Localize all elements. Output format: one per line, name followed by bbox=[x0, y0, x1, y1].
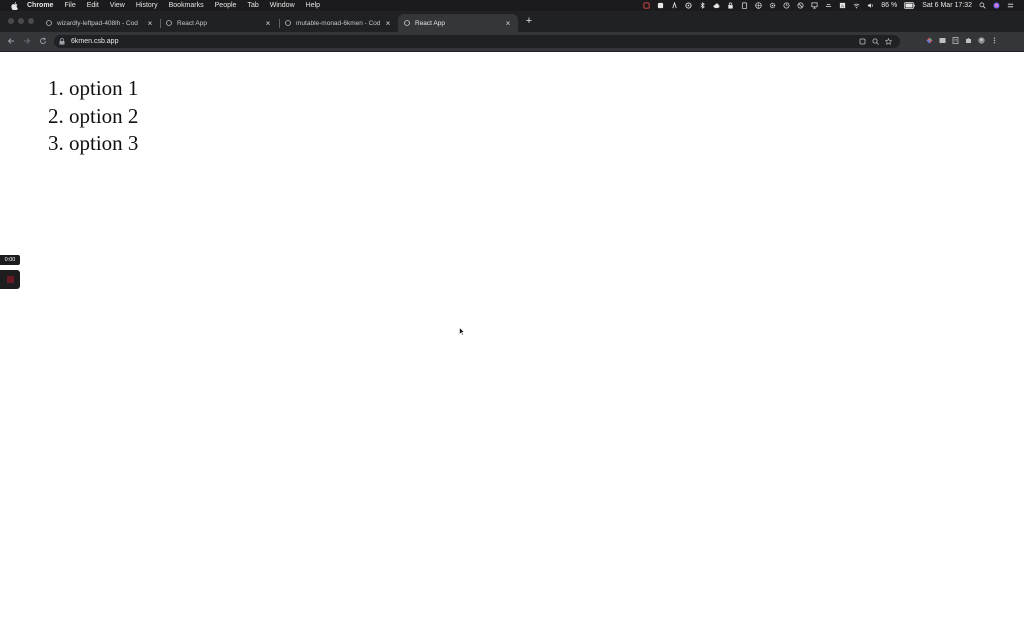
codesandbox-favicon-icon bbox=[285, 20, 291, 26]
window-controls bbox=[8, 18, 34, 24]
tab-react-app-1[interactable]: React App × bbox=[160, 14, 278, 32]
zoom-icon[interactable] bbox=[872, 38, 879, 45]
address-bar-actions bbox=[859, 38, 892, 45]
bookmark-star-icon[interactable] bbox=[885, 38, 892, 45]
tab-title: React App bbox=[415, 19, 445, 27]
codesandbox-favicon-icon bbox=[46, 20, 52, 26]
notes-extension-icon[interactable] bbox=[952, 37, 959, 44]
keyboard-icon[interactable] bbox=[825, 2, 832, 9]
lock-icon[interactable] bbox=[59, 38, 66, 45]
menubar-clock[interactable]: Sat 6 Mar 17:32 bbox=[922, 2, 972, 9]
tab-title: wizardly-leftpad-408lh - Cod bbox=[57, 19, 138, 27]
menubar-status-area: A 86 % Sat 6 Mar 17:32 bbox=[643, 2, 1024, 9]
input-source-icon[interactable]: A bbox=[839, 2, 846, 9]
stop-recording-button[interactable] bbox=[0, 270, 20, 289]
reload-icon bbox=[40, 37, 46, 44]
close-tab-icon[interactable]: × bbox=[504, 19, 512, 28]
back-button[interactable] bbox=[6, 36, 16, 46]
address-url[interactable]: 6kmen.csb.app bbox=[71, 38, 118, 45]
react-favicon-icon bbox=[166, 20, 172, 26]
arrow-right-icon bbox=[24, 38, 31, 44]
eye-status-icon[interactable] bbox=[685, 2, 692, 9]
control-center-icon[interactable] bbox=[1007, 2, 1014, 9]
record-status-icon[interactable] bbox=[643, 2, 650, 9]
tab-mutable-monad[interactable]: mutable-monad-6kmen - Cod × bbox=[279, 14, 398, 32]
page-content: 1. option 1 2. option 2 3. option 3 bbox=[0, 52, 1024, 640]
close-tab-icon[interactable]: × bbox=[264, 19, 272, 28]
page-action-icon[interactable] bbox=[859, 38, 866, 45]
macos-menubar: Chrome File Edit View History Bookmarks … bbox=[0, 0, 1024, 11]
browser-toolbar: 6kmen.csb.app bbox=[0, 32, 1024, 52]
timer-icon[interactable] bbox=[783, 2, 790, 9]
recording-timer: 0:00 bbox=[0, 255, 20, 265]
reload-button[interactable] bbox=[38, 36, 48, 46]
menu-file[interactable]: File bbox=[64, 2, 75, 9]
tab-wizardly-leftpad[interactable]: wizardly-leftpad-408lh - Cod × bbox=[40, 14, 160, 32]
tab-title: React App bbox=[177, 19, 207, 27]
script-status-icon[interactable] bbox=[671, 2, 678, 9]
option-list: 1. option 1 2. option 2 3. option 3 bbox=[48, 75, 138, 158]
screenshot-extension-icon[interactable] bbox=[939, 37, 946, 44]
apple-icon[interactable] bbox=[9, 1, 19, 10]
menu-tab[interactable]: Tab bbox=[247, 2, 258, 9]
browser-tab-strip: wizardly-leftpad-408lh - Cod × React App… bbox=[0, 11, 1024, 32]
menu-view[interactable]: View bbox=[110, 2, 125, 9]
gear-icon[interactable] bbox=[769, 2, 776, 9]
puzzle-extensions-icon[interactable] bbox=[965, 37, 972, 44]
no-entry-icon[interactable] bbox=[797, 2, 804, 9]
forward-button[interactable] bbox=[22, 36, 32, 46]
battery-percent: 86 % bbox=[881, 2, 898, 9]
react-favicon-icon bbox=[404, 20, 410, 26]
menu-edit[interactable]: Edit bbox=[87, 2, 99, 9]
stop-icon bbox=[6, 276, 14, 283]
menu-help[interactable]: Help bbox=[306, 2, 320, 9]
tab-title: mutable-monad-6kmen - Cod bbox=[296, 19, 380, 27]
arrow-left-icon bbox=[7, 38, 14, 44]
bluetooth-icon[interactable] bbox=[699, 2, 706, 9]
new-tab-button[interactable]: + bbox=[524, 15, 534, 27]
cloud-icon[interactable] bbox=[713, 2, 720, 9]
zoom-window-button[interactable] bbox=[28, 18, 34, 24]
close-window-button[interactable] bbox=[8, 18, 14, 24]
minimize-window-button[interactable] bbox=[18, 18, 24, 24]
menu-people[interactable]: People bbox=[215, 2, 237, 9]
extensions-area bbox=[926, 37, 998, 44]
clipboard-icon[interactable] bbox=[741, 2, 748, 9]
volume-icon[interactable] bbox=[867, 2, 874, 9]
menu-history[interactable]: History bbox=[136, 2, 158, 9]
battery-icon[interactable] bbox=[904, 2, 915, 9]
close-tab-icon[interactable]: × bbox=[384, 19, 392, 28]
menu-window[interactable]: Window bbox=[270, 2, 295, 9]
airplay-icon[interactable] bbox=[811, 2, 818, 9]
svg-text:A: A bbox=[841, 3, 844, 8]
mouse-cursor-icon bbox=[459, 323, 466, 336]
spotlight-search-icon[interactable] bbox=[979, 2, 986, 9]
list-item: 3. option 3 bbox=[48, 131, 139, 155]
address-bar[interactable]: 6kmen.csb.app bbox=[54, 35, 900, 48]
list-item: 2. option 2 bbox=[48, 103, 139, 128]
color-extension-icon[interactable] bbox=[926, 37, 933, 44]
lock-status-icon[interactable] bbox=[727, 2, 734, 9]
list-item: 1. option 1 bbox=[48, 76, 139, 100]
menu-app-chrome[interactable]: Chrome bbox=[27, 2, 53, 9]
siri-icon[interactable] bbox=[993, 2, 1000, 9]
profile-avatar-icon[interactable] bbox=[978, 37, 985, 44]
app-status-icon[interactable] bbox=[657, 2, 664, 9]
close-tab-icon[interactable]: × bbox=[146, 19, 154, 28]
more-menu-icon[interactable] bbox=[991, 37, 998, 44]
grid-icon[interactable] bbox=[755, 2, 762, 9]
wifi-icon[interactable] bbox=[853, 2, 860, 9]
tab-react-app-active[interactable]: React App × bbox=[398, 14, 518, 32]
menu-bookmarks[interactable]: Bookmarks bbox=[169, 2, 204, 9]
